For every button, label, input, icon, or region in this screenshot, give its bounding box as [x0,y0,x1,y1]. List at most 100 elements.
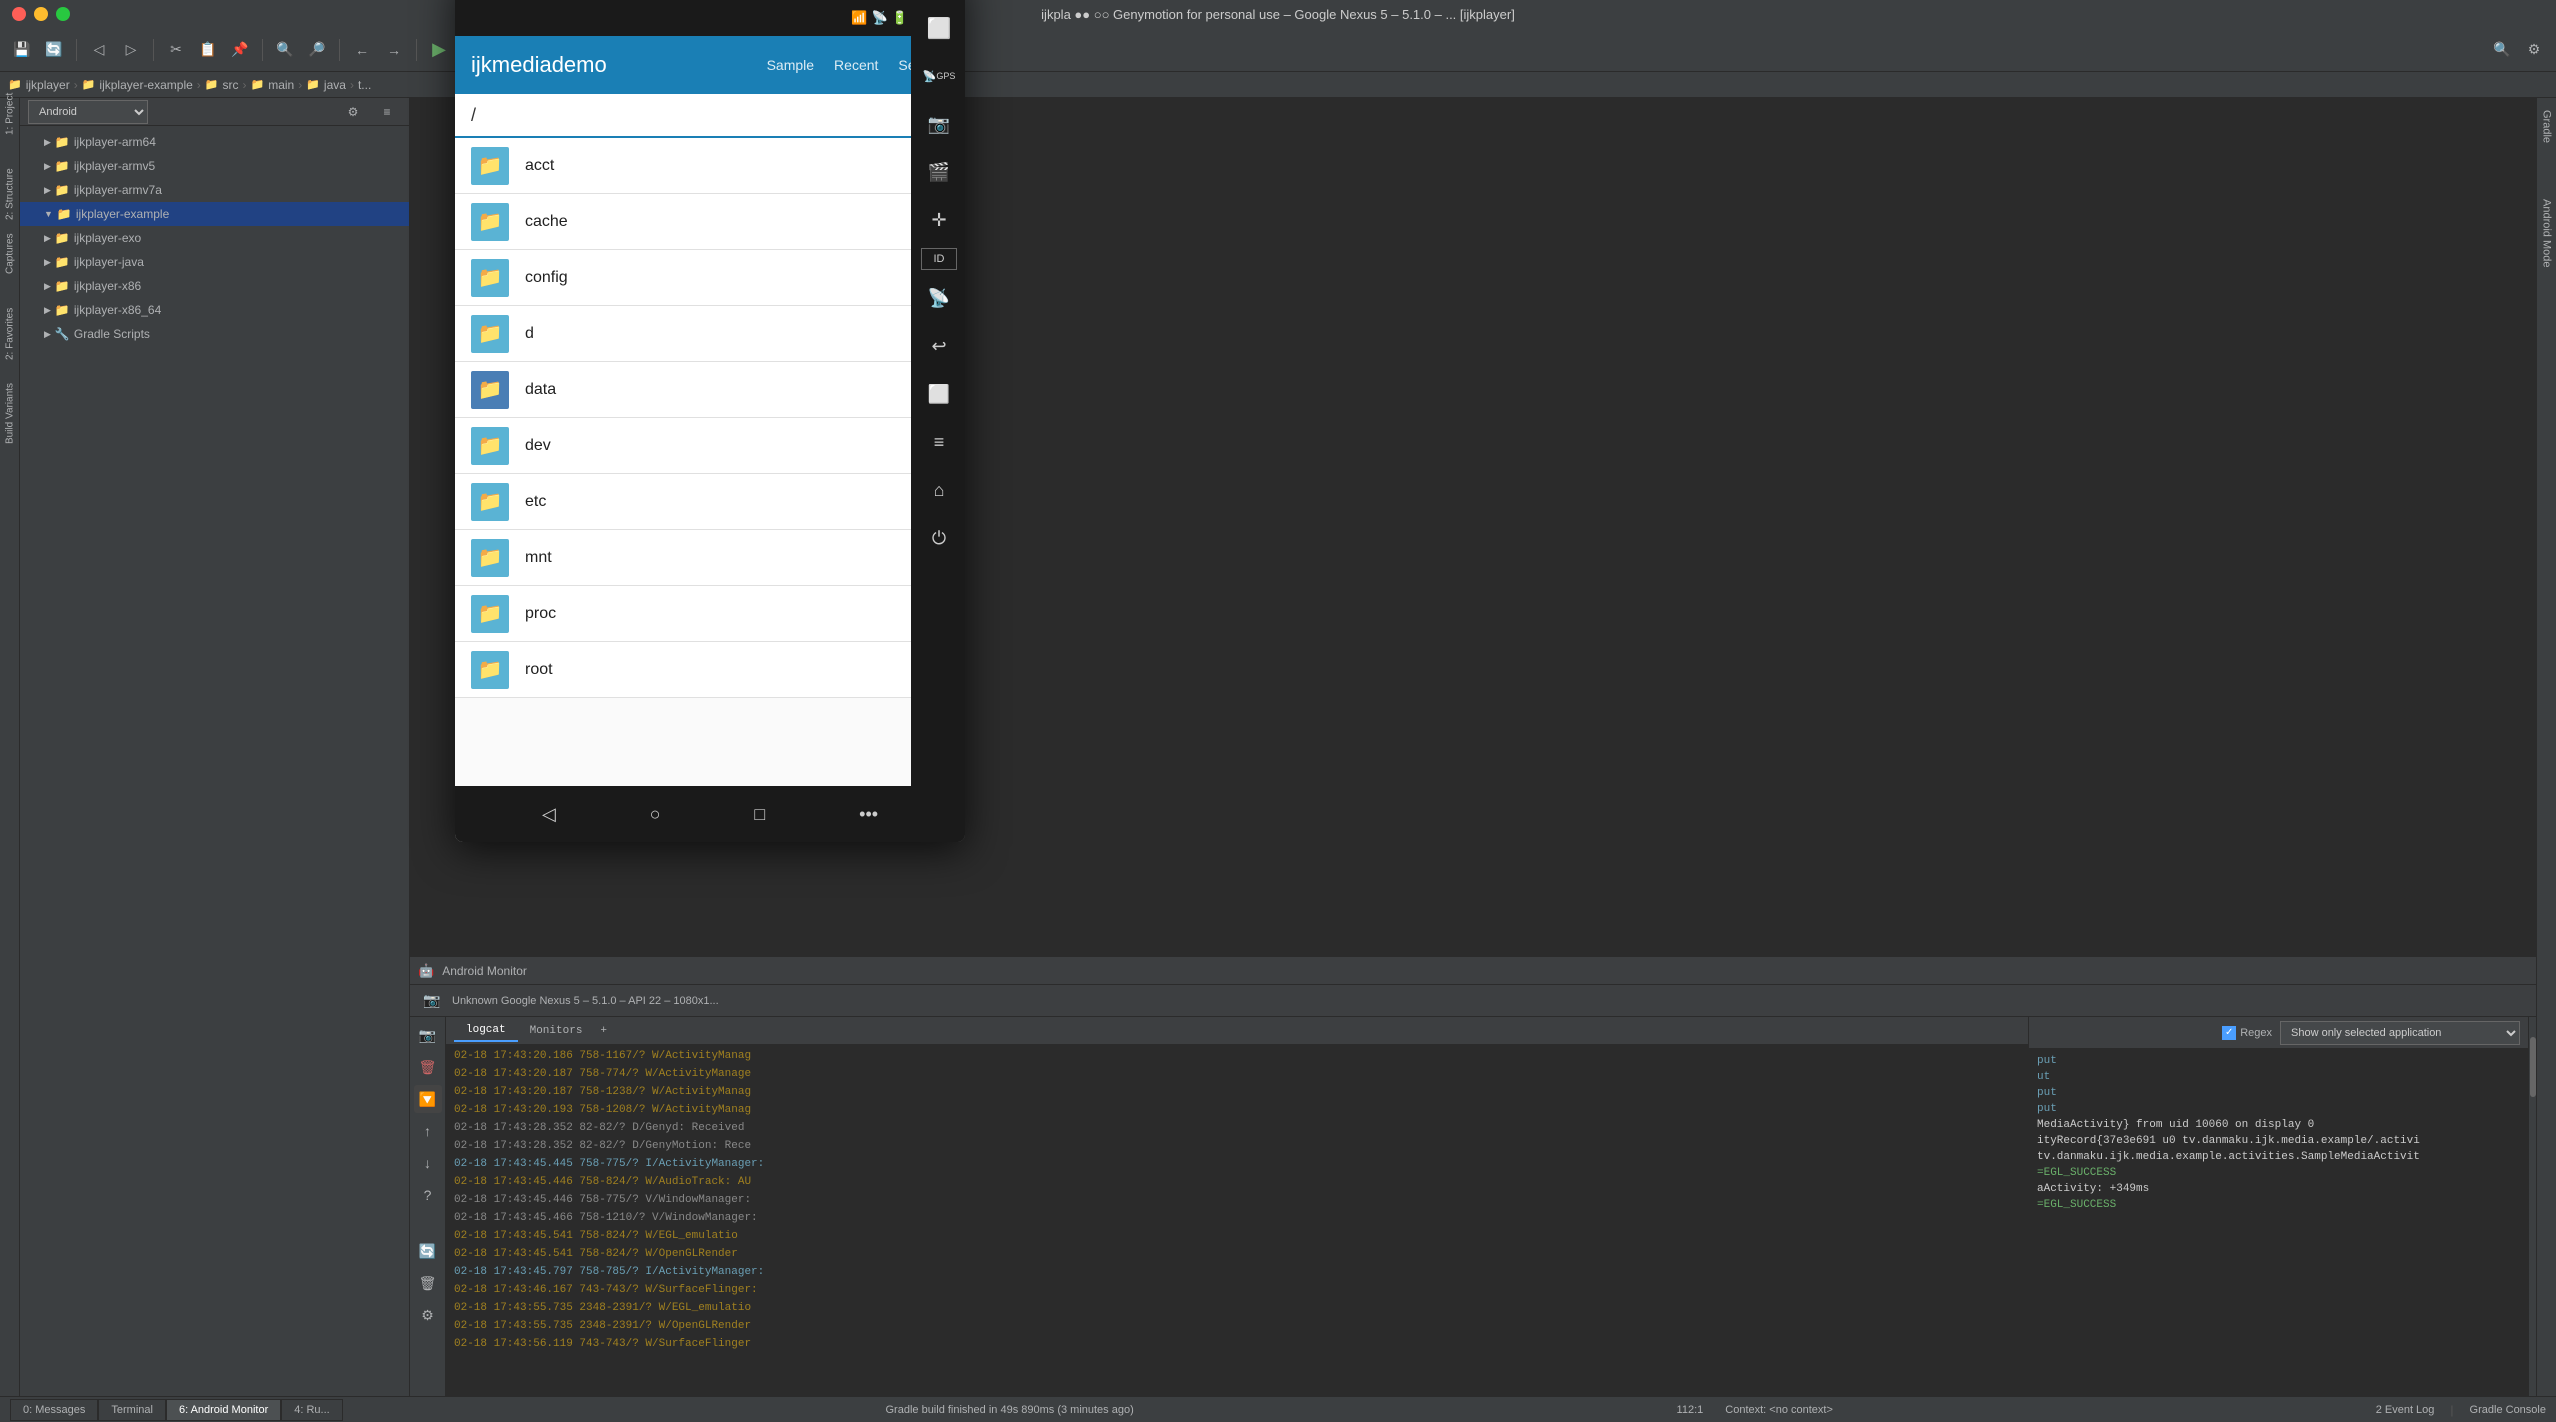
camera-control[interactable]: 📷 [919,104,959,144]
tree-item-example[interactable]: ▼ 📁 ijkplayer-example [20,202,409,226]
gps-control[interactable]: 📡 GPS [919,56,959,96]
tab-logcat[interactable]: logcat [454,1020,518,1042]
tree-item-exo[interactable]: ▶ 📁 ijkplayer-exo [20,226,409,250]
show-app-dropdown[interactable]: Show only selected application [2280,1021,2520,1045]
signal-control[interactable]: 📡 [919,278,959,318]
breadcrumb-item-t[interactable]: t... [358,78,371,92]
tree-item-x86[interactable]: ▶ 📁 ijkplayer-x86 [20,274,409,298]
captures-toggle[interactable]: Captures [2,246,18,262]
tab-monitors[interactable]: Monitors [518,1021,595,1041]
tab-messages[interactable]: 0: Messages [10,1399,98,1421]
file-item-etc[interactable]: 📁 etc [455,474,965,530]
tree-item-java[interactable]: ▶ 📁 ijkplayer-java [20,250,409,274]
nav-recents-button[interactable]: □ [754,804,765,825]
filter-icon[interactable]: 🔽 [414,1085,442,1113]
screenshot-icon[interactable]: 📷 [414,1021,442,1049]
window-controls[interactable] [12,7,70,21]
tree-item-x86_64[interactable]: ▶ 📁 ijkplayer-x86_64 [20,298,409,322]
settings-monitor-icon[interactable]: ⚙ [414,1301,442,1329]
search-button[interactable]: 🔍 [271,36,299,64]
trash-icon[interactable]: 🗑 [414,1269,442,1297]
breadcrumb-item-main[interactable]: main [268,78,294,92]
home-btn[interactable]: ⌂ [919,470,959,510]
find-replace-button[interactable]: 🔎 [303,36,331,64]
tree-item-armv7a[interactable]: ▶ 📁 ijkplayer-armv7a [20,178,409,202]
nav-more-button[interactable]: ••• [859,804,878,825]
folder-icon: 📁 [471,259,509,297]
sync-button[interactable]: 🔄 [40,36,68,64]
scrollbar-thumb[interactable] [2530,1037,2536,1097]
delete-icon[interactable]: 🗑 [414,1053,442,1081]
back-control[interactable]: ↩ [919,326,959,366]
id-control[interactable]: ID [921,248,957,270]
favorites-toggle[interactable]: 2: Favorites [2,326,18,342]
gradle-panel-toggle[interactable]: Gradle [2541,102,2553,151]
undo-button[interactable]: ◁ [85,36,113,64]
forward-button[interactable]: → [380,36,408,64]
project-collapse-button[interactable]: ≡ [373,98,401,126]
run-button[interactable]: ▶ [425,36,453,64]
structure-panel-toggle[interactable]: 2: Structure [2,186,18,202]
help-icon[interactable]: ? [414,1181,442,1209]
file-item-cache[interactable]: 📁 cache [455,194,965,250]
file-item-root[interactable]: 📁 root [455,642,965,698]
android-mode-toggle[interactable]: Android Mode [2541,191,2553,276]
tab-run[interactable]: 4: Ru... [281,1399,342,1421]
monitor-screenshot-btn[interactable]: 📷 [418,987,446,1015]
log-line: 02-18 17:43:20.187 758-1238/? W/Activity… [446,1083,2028,1101]
file-item-data[interactable]: 📁 data [455,362,965,418]
breadcrumb-item-src[interactable]: src [223,78,239,92]
build-variants-toggle[interactable]: Build Variants [2,406,18,422]
settings-button[interactable]: ⚙ [2520,36,2548,64]
file-item-mnt[interactable]: 📁 mnt [455,530,965,586]
project-view-selector[interactable]: Android [28,100,148,124]
nav-sample[interactable]: Sample [767,57,814,73]
maximize-button[interactable] [56,7,70,21]
save-button[interactable]: 💾 [8,36,36,64]
back-button[interactable]: ← [348,36,376,64]
file-path-input[interactable]: / [455,94,965,138]
global-search-button[interactable]: 🔍 [2488,36,2516,64]
breadcrumb-item-java[interactable]: java [324,78,346,92]
close-button[interactable] [12,7,26,21]
event-log-btn[interactable]: 2 Event Log [2376,1404,2435,1416]
regex-checkbox[interactable]: ✓ [2222,1026,2236,1040]
video-control[interactable]: 🎬 [919,152,959,192]
home-control[interactable]: ≡ [919,422,959,462]
log-line: 02-18 17:43:45.446 758-824/? W/AudioTrac… [446,1173,2028,1191]
tree-item-gradle[interactable]: ▶ 🔧 Gradle Scripts [20,322,409,346]
paste-button[interactable]: 📌 [226,36,254,64]
power-btn[interactable]: ⏻ [919,518,959,558]
nav-back-button[interactable]: ◁ [542,804,556,825]
gradle-console-btn[interactable]: Gradle Console [2470,1404,2546,1416]
tree-item-armv5[interactable]: ▶ 📁 ijkplayer-armv5 [20,154,409,178]
redo-button[interactable]: ▷ [117,36,145,64]
tab-android-monitor[interactable]: 6: Android Monitor [166,1399,281,1421]
minimize-button[interactable] [34,7,48,21]
nav-recent[interactable]: Recent [834,57,878,73]
app-title: ijkmediademo [471,52,607,78]
dpad-control[interactable]: ✛ [919,200,959,240]
battery-icon: 🔋 [892,10,908,26]
refresh-icon[interactable]: 🔄 [414,1237,442,1265]
up-icon[interactable]: ↑ [414,1117,442,1145]
left-panel-toggle[interactable]: 1: Project [2,106,18,122]
tree-item-arm64[interactable]: ▶ 📁 ijkplayer-arm64 [20,130,409,154]
file-item-d[interactable]: 📁 d [455,306,965,362]
file-item-proc[interactable]: 📁 proc [455,586,965,642]
file-item-config[interactable]: 📁 config [455,250,965,306]
down-icon[interactable]: ↓ [414,1149,442,1177]
file-item-acct[interactable]: 📁 acct [455,138,965,194]
tab-terminal[interactable]: Terminal [98,1399,166,1421]
right-log: ✓ Regex Show only selected application p… [2028,1017,2528,1396]
file-item-dev[interactable]: 📁 dev [455,418,965,474]
tab-add[interactable]: + [594,1021,613,1041]
breadcrumb-item-ijkplayer[interactable]: ijkplayer [26,78,70,92]
breadcrumb-item-example[interactable]: ijkplayer-example [99,78,192,92]
log-scrollbar[interactable] [2528,1017,2536,1396]
nav-home-button[interactable]: ○ [650,804,661,825]
project-settings-button[interactable]: ⚙ [339,98,367,126]
cut-button[interactable]: ✂ [162,36,190,64]
multitask-control[interactable]: ⬜ [919,374,959,414]
copy-button[interactable]: 📋 [194,36,222,64]
